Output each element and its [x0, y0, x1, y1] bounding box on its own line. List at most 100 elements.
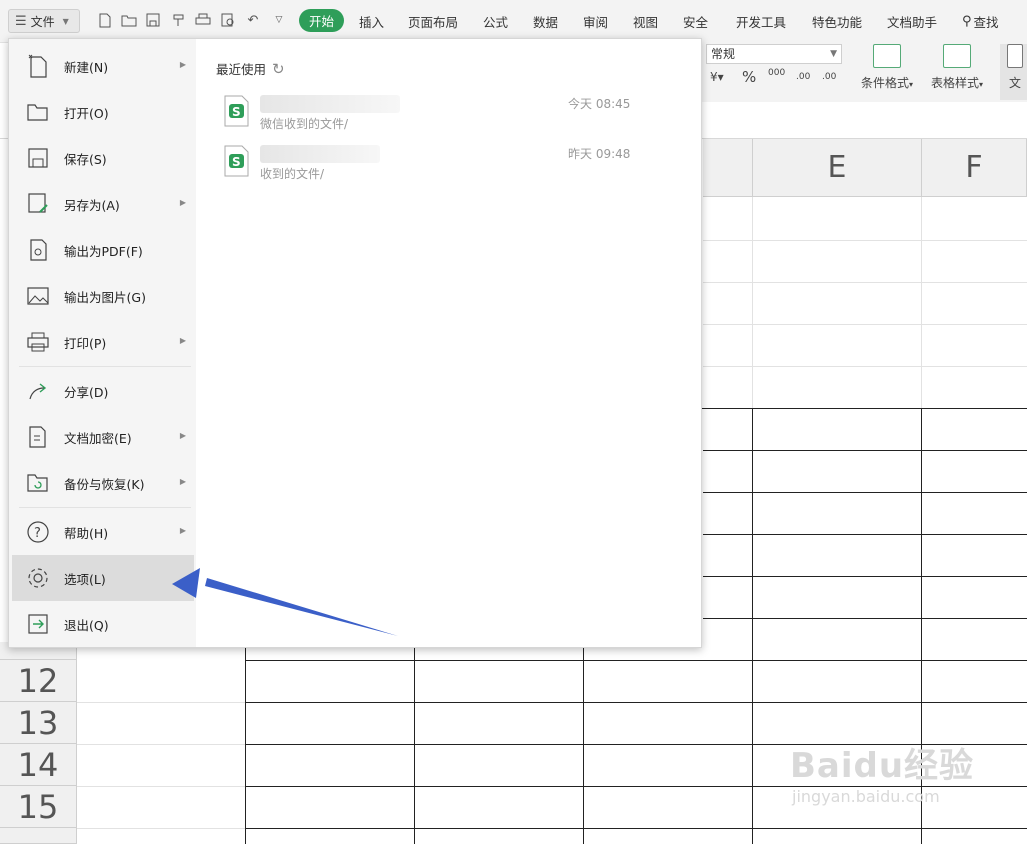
refresh-icon[interactable]: ↻	[272, 60, 285, 78]
thousands-separator-button[interactable]: 000	[768, 68, 785, 78]
pdf-export-icon	[26, 238, 50, 262]
recent-files-panel: 最近使用 ↻ S 微信收到的文件/ 今天 08:45 S 收到的文件/ 昨天 0…	[216, 59, 686, 182]
format-painter-icon[interactable]	[170, 11, 188, 29]
currency-format-icon[interactable]: ¥▾	[710, 70, 724, 84]
new-doc-icon[interactable]	[96, 11, 114, 29]
increase-decimal-button[interactable]: .00	[796, 72, 810, 82]
menu-divider	[19, 507, 191, 508]
menu-item-backup[interactable]: 备份与恢复(K) ▶	[12, 460, 194, 506]
top-toolbar: ☰ 文件 ▼ ↶ ▽ 开始 插入 页面布局 公式 数据 审阅 视图 安全 开发工…	[0, 0, 1027, 43]
encrypt-icon	[26, 425, 50, 449]
grid-line	[752, 197, 753, 409]
menu-item-exit[interactable]: 退出(Q)	[12, 601, 194, 647]
search-button[interactable]: ⚲ 查找	[962, 12, 999, 31]
menu-item-label: 打印(P)	[64, 335, 107, 351]
grid-line	[77, 702, 245, 703]
menu-item-share[interactable]: 分享(D)	[12, 368, 194, 414]
table-style-label: 表格样式	[930, 76, 979, 90]
svg-text:?: ?	[34, 526, 41, 541]
doc-button[interactable]: 文	[1000, 44, 1027, 100]
number-format-value: 常规	[711, 47, 736, 61]
recent-file-name-redacted	[260, 145, 380, 163]
save-icon[interactable]	[144, 11, 162, 29]
menu-item-label: 打开(O)	[64, 105, 109, 121]
grid-line	[77, 828, 245, 829]
tab-review[interactable]: 审阅	[583, 12, 608, 31]
undo-icon[interactable]: ↶	[244, 11, 262, 29]
recent-file-time: 今天 08:45	[568, 97, 631, 111]
tab-page-layout[interactable]: 页面布局	[408, 12, 458, 31]
menu-item-save-as[interactable]: 另存为(A) ▶	[12, 181, 194, 227]
submenu-arrow-icon: ▶	[179, 526, 186, 535]
watermark-brand: Baidu经验	[790, 746, 975, 786]
menu-item-options[interactable]: 选项(L)	[12, 555, 194, 601]
doc-icon	[1007, 44, 1023, 68]
chevron-down-icon[interactable]: ▽	[270, 11, 288, 29]
row-header-12[interactable]: 12	[0, 660, 77, 702]
recent-file-time: 昨天 09:48	[568, 147, 631, 161]
menu-item-print[interactable]: 打印(P) ▶	[12, 319, 194, 365]
file-menu-button[interactable]: ☰ 文件 ▼	[8, 9, 80, 33]
menu-item-new[interactable]: 新建(N) ▶	[12, 43, 194, 89]
ribbon: 常规 ▼ ¥▾ % 000 .00 .00 条件格式▾ 表格样式▾ 文	[702, 42, 1027, 103]
menu-item-encrypt[interactable]: 文档加密(E) ▶	[12, 414, 194, 460]
menu-item-export-image[interactable]: 输出为图片(G)	[12, 273, 194, 319]
tab-security[interactable]: 安全	[683, 12, 708, 31]
submenu-arrow-icon: ▶	[179, 60, 186, 69]
number-format-select[interactable]: 常规 ▼	[706, 44, 842, 64]
save-icon	[26, 146, 50, 170]
table-style-button[interactable]: 表格样式▾	[922, 44, 992, 91]
column-header-f[interactable]: F	[922, 139, 1027, 197]
menu-item-save[interactable]: 保存(S)	[12, 135, 194, 181]
row-header[interactable]	[0, 828, 77, 844]
grid-line	[77, 786, 245, 787]
search-icon: ⚲	[962, 14, 972, 29]
submenu-arrow-icon: ▶	[179, 198, 186, 207]
menu-item-label: 帮助(H)	[64, 525, 109, 541]
menu-item-export-pdf[interactable]: 输出为PDF(F)	[12, 227, 194, 273]
svg-text:S: S	[232, 105, 241, 119]
tab-developer[interactable]: 开发工具	[736, 12, 786, 31]
tab-formulas[interactable]: 公式	[483, 12, 508, 31]
watermark: Baidu经验 jingyan.baidu.com	[790, 738, 974, 806]
decrease-decimal-button[interactable]: .00	[822, 72, 836, 82]
column-header[interactable]	[703, 139, 753, 197]
grid-line	[77, 744, 245, 745]
column-header-e[interactable]: E	[753, 139, 922, 197]
open-folder-icon[interactable]	[120, 11, 138, 29]
menu-item-help[interactable]: ? 帮助(H) ▶	[12, 509, 194, 555]
tab-insert[interactable]: 插入	[359, 12, 384, 31]
save-as-icon	[26, 192, 50, 216]
table-border	[245, 642, 246, 844]
menu-item-open[interactable]: 打开(O)	[12, 89, 194, 135]
table-border	[414, 642, 415, 844]
svg-text:S: S	[232, 155, 241, 169]
submenu-arrow-icon: ▶	[179, 477, 186, 486]
print-icon[interactable]	[194, 11, 212, 29]
row-header-15[interactable]: 15	[0, 786, 77, 828]
file-menu-label: 文件	[30, 14, 55, 29]
tab-special-features[interactable]: 特色功能	[812, 12, 862, 31]
chevron-down-icon: ▼	[62, 16, 69, 26]
recent-file-item[interactable]: S 微信收到的文件/ 今天 08:45	[216, 95, 636, 139]
row-header-14[interactable]: 14	[0, 744, 77, 786]
print-preview-icon[interactable]	[219, 11, 237, 29]
tab-view[interactable]: 视图	[633, 12, 658, 31]
tab-doc-assistant[interactable]: 文档助手	[887, 12, 937, 31]
conditional-format-button[interactable]: 条件格式▾	[852, 44, 922, 91]
submenu-arrow-icon: ▶	[179, 336, 186, 345]
row-header-13[interactable]: 13	[0, 702, 77, 744]
spreadsheet-file-icon: S	[224, 95, 249, 127]
tab-data[interactable]: 数据	[533, 12, 558, 31]
search-label: 查找	[973, 15, 999, 30]
percent-button[interactable]: %	[742, 68, 756, 86]
menu-item-label: 分享(D)	[64, 384, 109, 400]
new-file-icon	[26, 54, 50, 78]
hamburger-icon: ☰	[15, 13, 27, 29]
recent-file-item[interactable]: S 收到的文件/ 昨天 09:48	[216, 145, 636, 189]
tab-home[interactable]: 开始	[299, 9, 345, 32]
share-icon	[26, 379, 50, 403]
submenu-arrow-icon: ▶	[179, 431, 186, 440]
recent-header: 最近使用 ↻	[216, 59, 686, 78]
gear-icon	[26, 566, 50, 590]
